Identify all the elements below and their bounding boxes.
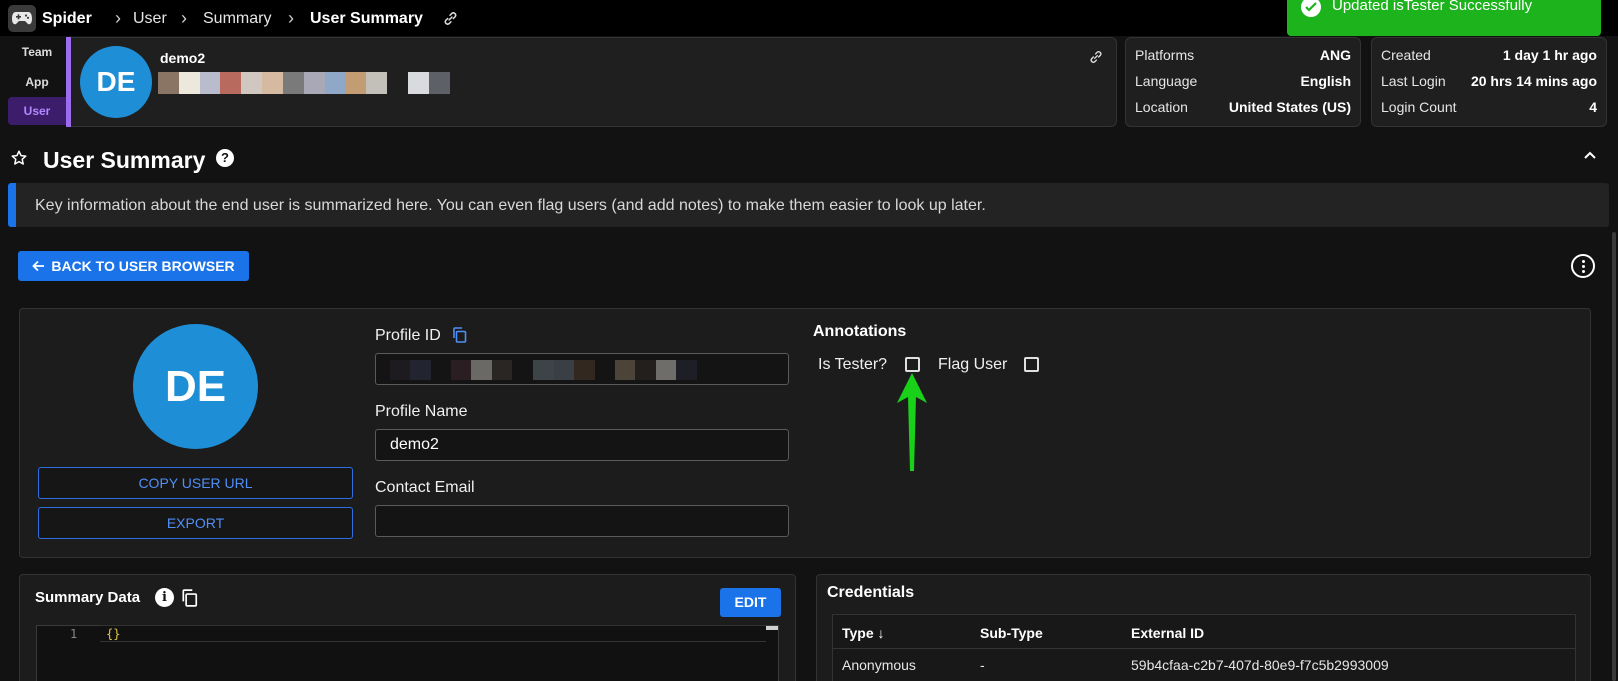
stat-value: 1 day 1 hr ago: [1502, 47, 1597, 63]
stat-last-login: Last Login 20 hrs 14 mins ago: [1381, 73, 1597, 93]
info-text: Key information about the end user is su…: [35, 197, 986, 214]
stat-value: 4: [1589, 99, 1597, 115]
platform-stats-card: Platforms ANG Language English Location …: [1125, 37, 1361, 127]
gamepad-icon[interactable]: [8, 5, 36, 32]
copy-icon[interactable]: [452, 327, 467, 343]
toast-message: Updated isTester Successfully: [1332, 0, 1533, 14]
tab-app[interactable]: App: [8, 68, 66, 96]
stat-created: Created 1 day 1 hr ago: [1381, 47, 1597, 67]
flag-user-checkbox[interactable]: [1024, 357, 1039, 372]
annotations-title: Annotations: [813, 323, 907, 340]
table-divider: [833, 648, 1575, 649]
editor-scrollbar[interactable]: [766, 626, 778, 630]
stat-value: 20 hrs 14 mins ago: [1470, 73, 1597, 89]
stat-location: Location United States (US): [1135, 99, 1351, 119]
arrow-up-annotation-icon: [897, 373, 927, 471]
avatar: DE: [80, 46, 152, 118]
help-icon[interactable]: ?: [216, 149, 234, 167]
is-tester-label: Is Tester?: [818, 356, 888, 373]
stat-platforms: Platforms ANG: [1135, 47, 1351, 67]
stat-value: ANG: [1319, 47, 1351, 63]
active-line-highlight: [100, 625, 766, 642]
info-banner: Key information about the end user is su…: [8, 183, 1609, 227]
page-title: User Summary: [43, 147, 206, 173]
export-button[interactable]: EXPORT: [38, 507, 353, 539]
summary-data-title: Summary Data: [35, 589, 141, 606]
star-icon[interactable]: [10, 149, 28, 167]
stat-value: English: [1300, 73, 1351, 89]
is-tester-checkbox[interactable]: [905, 357, 920, 372]
cell-external-id: 59b4cfaa-c2b7-407d-80e9-f7c5b2993009: [1131, 657, 1389, 673]
line-number: 1: [70, 627, 78, 641]
breadcrumb-current: User Summary: [310, 10, 423, 27]
more-vertical-icon[interactable]: [1571, 254, 1595, 278]
breadcrumb-user[interactable]: User: [133, 10, 167, 28]
chevron-right-icon: ›: [115, 8, 121, 28]
link-icon[interactable]: [1089, 50, 1103, 64]
chevron-right-icon: ›: [181, 8, 187, 28]
breadcrumb-summary[interactable]: Summary: [203, 10, 271, 28]
back-to-user-browser-button[interactable]: BACK TO USER BROWSER: [18, 251, 249, 281]
contact-email-label: Contact Email: [375, 479, 475, 496]
tab-team[interactable]: Team: [8, 38, 66, 66]
profile-name-label: Profile Name: [375, 403, 468, 420]
stat-key: Login Count: [1381, 99, 1457, 115]
chevron-right-icon: ›: [288, 8, 294, 28]
link-icon[interactable]: [443, 11, 458, 26]
stat-key: Last Login: [1381, 73, 1446, 89]
column-header-external-id[interactable]: External ID: [1131, 625, 1204, 641]
login-stats-card: Created 1 day 1 hr ago Last Login 20 hrs…: [1371, 37, 1607, 127]
code-line[interactable]: {}: [106, 627, 120, 641]
credentials-title: Credentials: [827, 584, 915, 601]
profile-id-field[interactable]: [375, 353, 789, 385]
stat-key: Language: [1135, 73, 1198, 89]
page-scrollbar[interactable]: [1612, 232, 1616, 681]
copy-icon[interactable]: [181, 589, 198, 607]
success-toast: Updated isTester Successfully: [1287, 0, 1601, 36]
page-title-bar: User Summary ?: [0, 135, 1618, 175]
tab-user[interactable]: User: [8, 97, 66, 125]
stat-key: Platforms: [1135, 47, 1195, 63]
chevron-up-icon[interactable]: [1583, 149, 1597, 161]
flag-user-label: Flag User: [938, 356, 1008, 373]
info-icon[interactable]: i: [155, 588, 174, 607]
stat-language: Language English: [1135, 73, 1351, 93]
column-header-sub-type[interactable]: Sub-Type: [980, 625, 1043, 641]
profile-name-field[interactable]: demo2: [375, 429, 789, 461]
edit-button[interactable]: EDIT: [720, 588, 781, 617]
cell-type: Anonymous: [842, 657, 916, 673]
back-button-label: BACK TO USER BROWSER: [51, 258, 235, 274]
app-name[interactable]: Spider: [42, 10, 92, 28]
copy-user-url-button[interactable]: COPY USER URL: [38, 467, 353, 499]
column-header-type[interactable]: Type ↓: [842, 625, 885, 641]
check-circle-icon: [1301, 0, 1321, 17]
avatar-large: DE: [133, 324, 258, 449]
user-name: demo2: [160, 50, 206, 66]
stat-key: Location: [1135, 99, 1188, 115]
stat-key: Created: [1381, 47, 1431, 63]
stat-login-count: Login Count 4: [1381, 99, 1597, 119]
stat-value: United States (US): [1228, 99, 1351, 115]
profile-id-label: Profile ID: [375, 327, 441, 344]
cell-sub-type: -: [980, 657, 985, 673]
arrow-left-icon: [32, 260, 45, 272]
contact-email-field[interactable]: [375, 505, 789, 537]
